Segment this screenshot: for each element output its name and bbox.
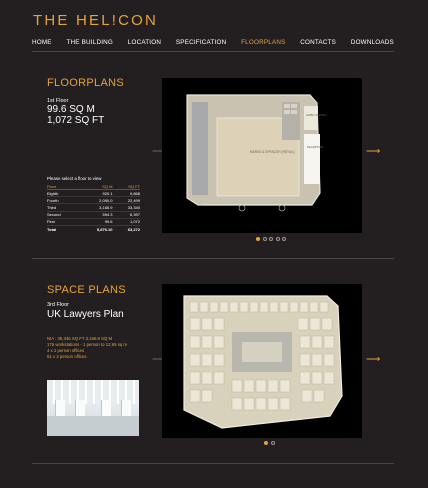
nav-specification[interactable]: SPECIFICATION [176,39,226,46]
pager-dot[interactable] [264,441,268,445]
table-row[interactable]: Second 594.3 6,397 [47,211,140,219]
spaceplan-name: UK Lawyers Plan [47,309,124,320]
store-label: MARKS & SPENCER (RETAIL) [250,150,295,154]
nav-the-building[interactable]: THE BUILDING [67,39,113,46]
pager-dot[interactable] [275,237,280,241]
chevron-right-icon[interactable]: ⟶ [366,354,380,365]
spaceplan-pager [264,441,275,445]
pager-dot[interactable] [262,237,267,241]
spaceplan-image[interactable] [162,284,362,438]
nav-location[interactable]: LOCATION [128,39,161,46]
floor-area-sqft: 1,072 SQ FT [47,115,105,126]
sqm-cell: 3,166.9 [77,203,113,212]
floor-area-sqm: 99.6 SQ M [47,104,95,115]
spaceplans-title: SPACE PLANS [47,284,126,296]
sqm-cell: 920.1 [77,189,113,198]
reception-label: RECEPTION [307,145,323,149]
table-row[interactable]: First 99.6 1,072 [47,218,140,226]
pager-dot[interactable] [270,441,275,445]
floorplan-drawing: MARKS & SPENCER (RETAIL) HWBC (RETAIL) R… [186,94,327,212]
nav-contacts[interactable]: CONTACTS [300,39,336,46]
floor-table: Floor SQ M SQ FT Eighth 920.1 9,868 Four… [47,183,140,232]
floor-cell: Second [47,211,78,219]
total-row: Total 5,876.10 63,272 [47,225,140,232]
pager-dot[interactable] [282,237,286,241]
total-sqft: 63,272 [127,226,140,232]
floor-cell: Third [47,203,78,212]
sqft-cell: 9,868 [112,189,140,198]
logo[interactable]: THE HEL!CON [33,12,158,29]
table-row[interactable]: Fourth 2,090.0 22,499 [47,196,140,205]
sqm-cell: 99.6 [77,218,113,226]
section-divider [32,463,394,464]
sqft-cell: 6,397 [112,211,140,219]
floorplan-image[interactable]: MARKS & SPENCER (RETAIL) HWBC (RETAIL) R… [162,78,362,233]
sqm-cell: 2,090.0 [77,196,113,205]
nav-home[interactable]: HOME [32,39,52,46]
office-photo[interactable] [47,380,139,436]
wc-label: HWBC (RETAIL) [306,113,327,117]
total-sqm: 5,876.10 [96,226,113,232]
floorplan-pager [256,237,286,241]
sqft-cell: 33,340 [112,203,140,212]
spaceplan-floor: 3rd Floor [47,302,70,308]
section-divider [32,258,394,259]
floor-cell: Fourth [47,196,78,205]
main-nav: HOME THE BUILDING LOCATION SPECIFICATION… [32,39,394,46]
photo-floor [47,416,139,436]
table-row[interactable]: Third 3,166.9 33,340 [47,203,140,212]
chevron-right-icon[interactable]: ⟶ [366,146,380,157]
total-label: Total [47,226,57,232]
sqft-cell: 22,499 [112,196,140,205]
nav-downloads[interactable]: DOWNLOADS [351,39,394,46]
sqm-cell: 594.3 [77,211,113,219]
nav-floorplans[interactable]: FLOORPLANS [241,39,285,46]
sqft-cell: 1,072 [112,218,140,226]
pager-dot[interactable] [256,237,260,241]
floor-cell: First [47,218,78,226]
floorplans-title: FLOORPLANS [47,77,124,89]
floor-cell: Eighth [47,189,78,198]
nav-divider [32,51,394,52]
pager-dot[interactable] [269,237,273,241]
floor-select-hint: Please select a floor to view [47,176,102,181]
spaceplan-info: NIA : 35,346 SQ FT 3,166.9 SQ M 176 work… [47,336,127,360]
info-line: 61 x 2 person offices [47,354,87,359]
spaceplan-drawing [183,295,343,429]
table-row[interactable]: Eighth 920.1 9,868 [47,189,140,198]
